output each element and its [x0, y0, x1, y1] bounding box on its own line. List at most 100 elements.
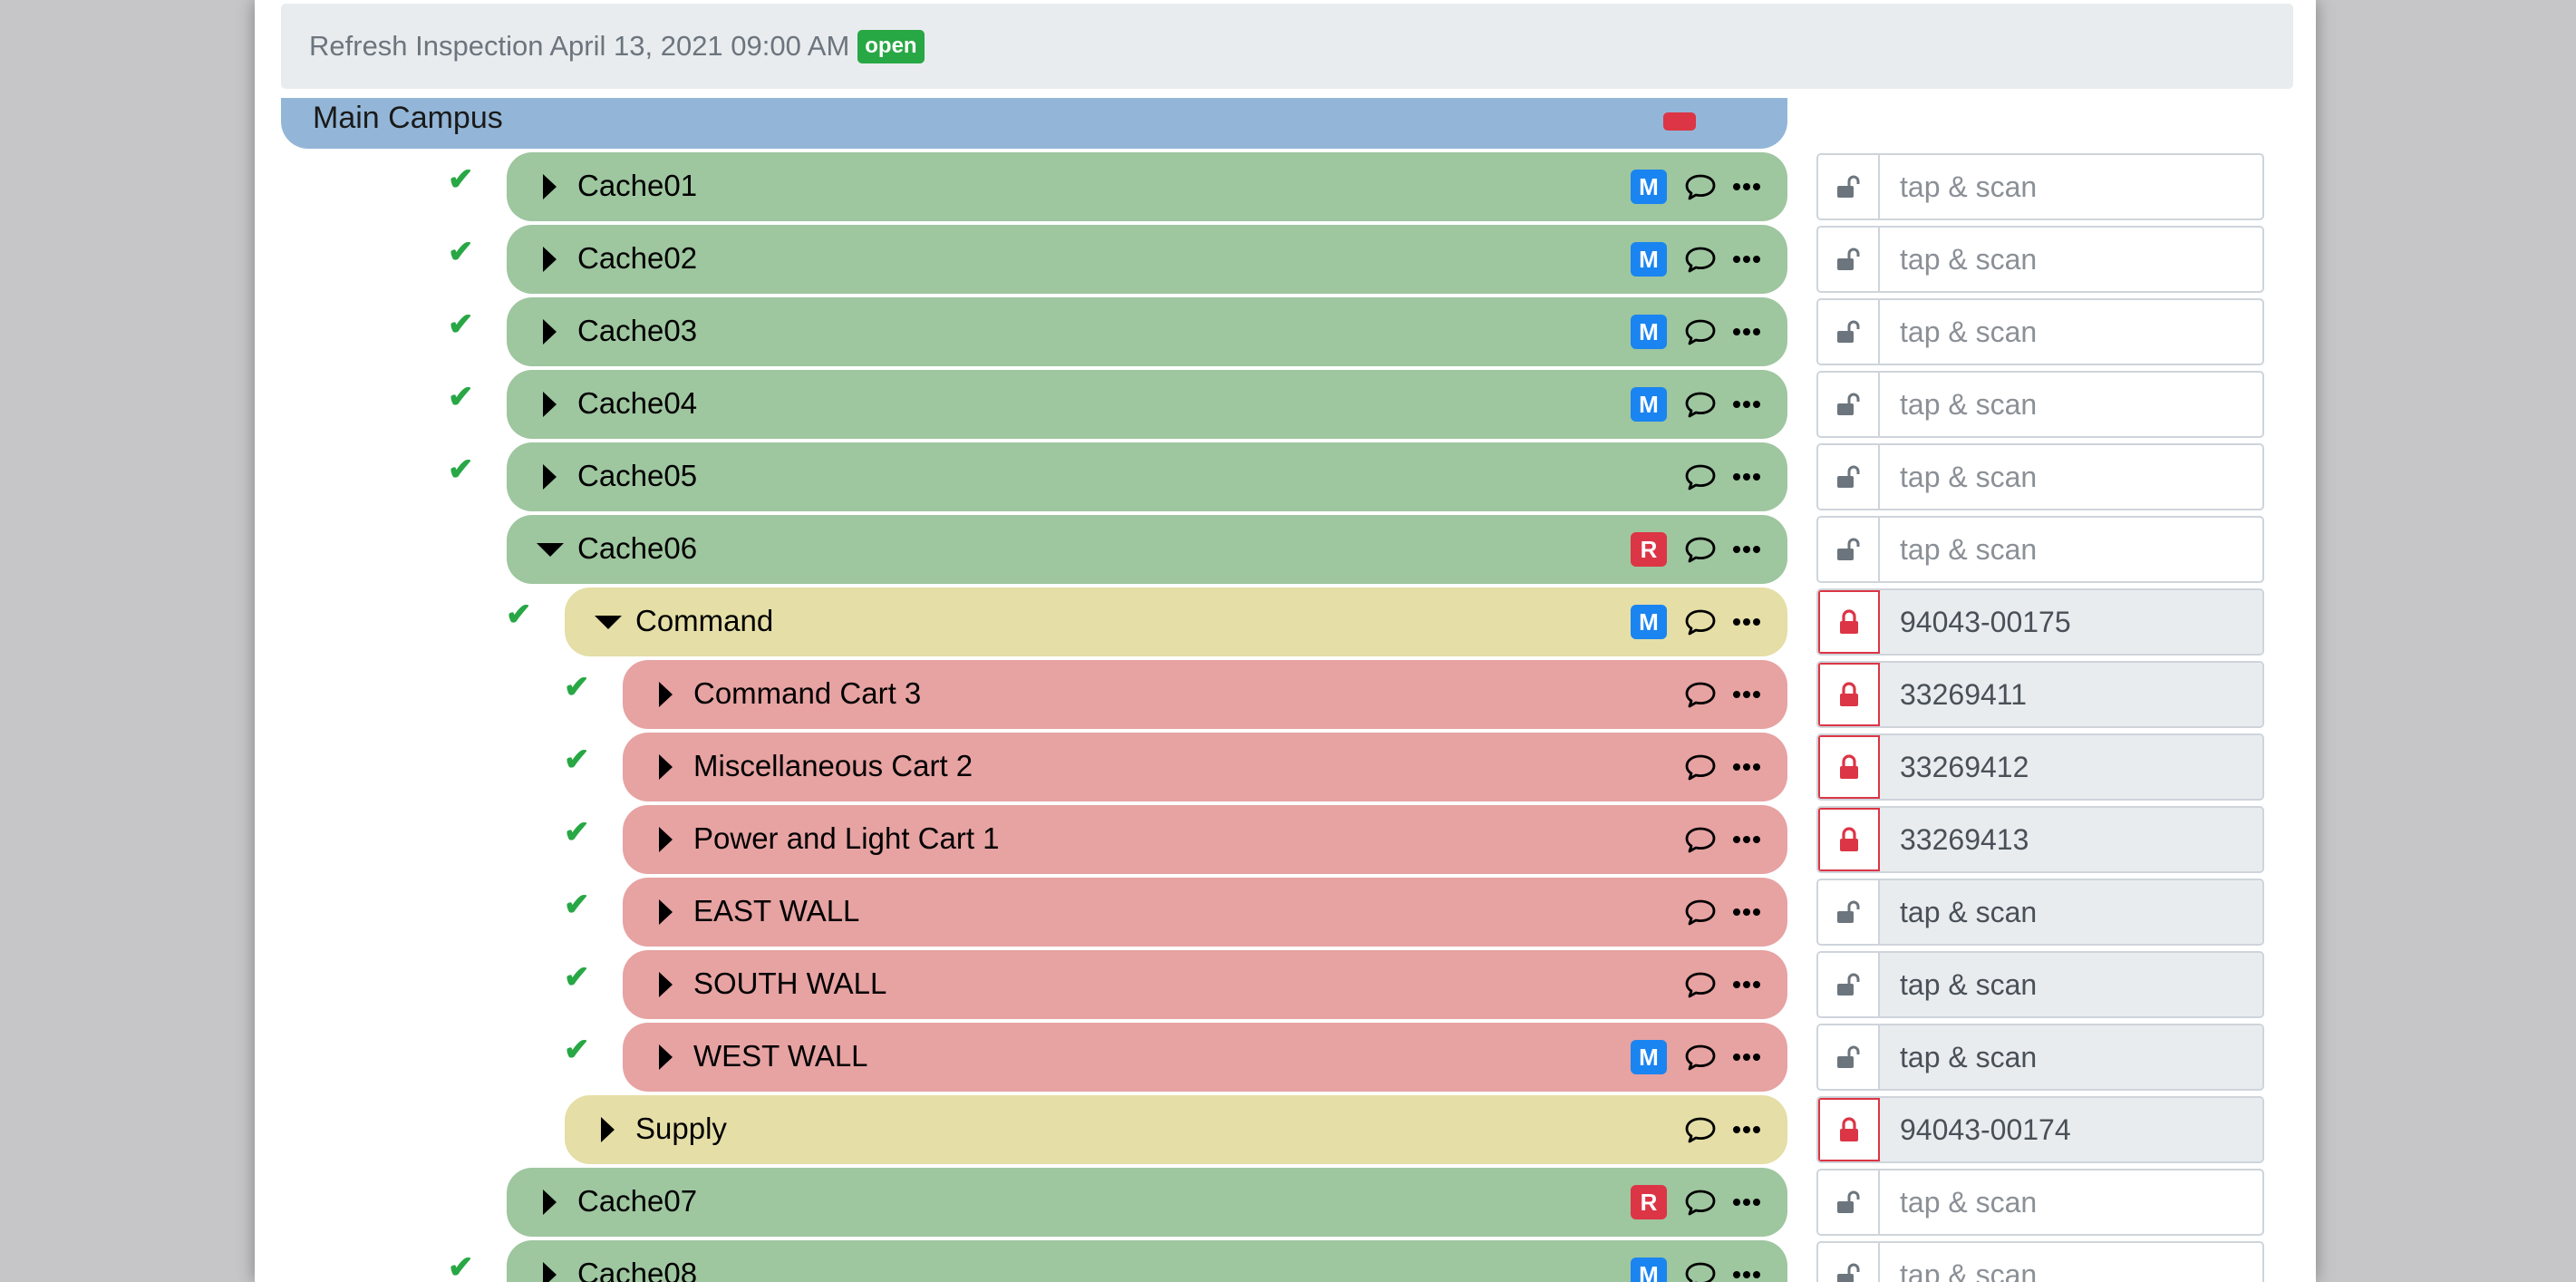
more-options-icon[interactable]: [1729, 1257, 1765, 1282]
scan-field[interactable]: 33269413: [1880, 808, 2262, 871]
comment-icon[interactable]: [1682, 314, 1719, 350]
more-options-icon[interactable]: [1729, 821, 1765, 858]
caret-right-icon[interactable]: [659, 827, 673, 852]
comment-icon[interactable]: [1682, 386, 1719, 422]
more-options-icon[interactable]: [1729, 749, 1765, 785]
comment-icon[interactable]: [1682, 749, 1719, 785]
comment-icon[interactable]: [1682, 169, 1719, 205]
scan-field[interactable]: tap & scan: [1880, 373, 2262, 436]
tree-node[interactable]: Command Cart 3: [623, 660, 1787, 729]
scan-field[interactable]: tap & scan: [1880, 155, 2262, 219]
tree-node[interactable]: Cache05: [507, 442, 1787, 511]
more-options-icon[interactable]: [1729, 1039, 1765, 1075]
caret-down-icon[interactable]: [537, 543, 564, 557]
tree-node[interactable]: Supply: [565, 1095, 1787, 1164]
caret-right-icon[interactable]: [659, 972, 673, 997]
scan-field[interactable]: tap & scan: [1880, 518, 2262, 581]
caret-right-icon[interactable]: [543, 1190, 557, 1215]
scan-field[interactable]: tap & scan: [1880, 300, 2262, 364]
tree-node[interactable]: Cache07 R: [507, 1168, 1787, 1237]
scan-field[interactable]: 33269412: [1880, 735, 2262, 799]
unlock-icon[interactable]: [1818, 1170, 1880, 1234]
unlock-icon[interactable]: [1818, 1025, 1880, 1089]
more-options-icon[interactable]: [1729, 241, 1765, 277]
tree-node[interactable]: Cache08 M: [507, 1240, 1787, 1282]
more-options-icon[interactable]: [1729, 386, 1765, 422]
comment-icon[interactable]: [1682, 241, 1719, 277]
more-options-icon[interactable]: [1729, 604, 1765, 640]
unlock-icon[interactable]: [1818, 953, 1880, 1016]
comment-icon[interactable]: [1682, 604, 1719, 640]
scan-field[interactable]: tap & scan: [1880, 1170, 2262, 1234]
tree-node[interactable]: Cache04 M: [507, 370, 1787, 439]
lock-icon[interactable]: [1818, 735, 1880, 799]
caret-right-icon[interactable]: [543, 174, 557, 199]
unlock-icon[interactable]: [1818, 1243, 1880, 1282]
comment-icon[interactable]: [1682, 966, 1719, 1003]
caret-right-icon[interactable]: [543, 464, 557, 490]
more-options-icon[interactable]: [1729, 314, 1765, 350]
scan-field[interactable]: tap & scan: [1880, 1025, 2262, 1089]
lock-icon[interactable]: [1818, 808, 1880, 871]
tree-node[interactable]: Command M: [565, 588, 1787, 656]
comment-icon[interactable]: [1682, 531, 1719, 568]
comment-icon[interactable]: [1682, 1257, 1719, 1282]
caret-right-icon[interactable]: [543, 247, 557, 272]
tree-node[interactable]: Power and Light Cart 1: [623, 805, 1787, 874]
scan-field[interactable]: 94043-00174: [1880, 1098, 2262, 1161]
tree-node-label: Supply: [635, 1112, 727, 1145]
comment-icon[interactable]: [1682, 1039, 1719, 1075]
unlock-icon[interactable]: [1818, 155, 1880, 219]
comment-icon[interactable]: [1682, 821, 1719, 858]
more-options-icon[interactable]: [1729, 1184, 1765, 1220]
caret-down-icon[interactable]: [595, 616, 622, 629]
tree-node[interactable]: Cache02 M: [507, 225, 1787, 294]
lock-icon[interactable]: [1818, 590, 1880, 654]
comment-icon[interactable]: [1682, 459, 1719, 495]
tree-node[interactable]: EAST WALL: [623, 878, 1787, 947]
more-options-icon[interactable]: [1729, 966, 1765, 1003]
check-icon: ✔: [448, 235, 474, 269]
caret-right-icon[interactable]: [543, 392, 557, 417]
scan-field[interactable]: 94043-00175: [1880, 590, 2262, 654]
scan-field[interactable]: tap & scan: [1880, 1243, 2262, 1282]
comment-icon[interactable]: [1682, 894, 1719, 930]
more-options-icon[interactable]: [1729, 676, 1765, 713]
scan-field[interactable]: tap & scan: [1880, 445, 2262, 509]
lock-icon[interactable]: [1818, 1098, 1880, 1161]
comment-icon[interactable]: [1682, 1112, 1719, 1148]
unlock-icon[interactable]: [1818, 880, 1880, 944]
tree-node[interactable]: Cache03 M: [507, 297, 1787, 366]
caret-right-icon[interactable]: [659, 1044, 673, 1070]
caret-right-icon[interactable]: [659, 682, 673, 707]
tree-node[interactable]: Cache06 R: [507, 515, 1787, 584]
more-options-icon[interactable]: [1729, 894, 1765, 930]
tree-node[interactable]: Miscellaneous Cart 2: [623, 733, 1787, 801]
lock-icon[interactable]: [1818, 663, 1880, 726]
tree-node[interactable]: WEST WALL M: [623, 1023, 1787, 1092]
caret-right-icon[interactable]: [659, 899, 673, 925]
caret-right-icon[interactable]: [543, 319, 557, 345]
more-options-icon[interactable]: [1729, 1112, 1765, 1148]
comment-icon[interactable]: [1682, 1184, 1719, 1220]
scan-field[interactable]: tap & scan: [1880, 880, 2262, 944]
more-options-icon[interactable]: [1729, 531, 1765, 568]
scan-field[interactable]: tap & scan: [1880, 953, 2262, 1016]
scan-field[interactable]: 33269411: [1880, 663, 2262, 726]
caret-right-icon[interactable]: [543, 1262, 557, 1282]
more-options-icon[interactable]: [1729, 459, 1765, 495]
unlock-icon[interactable]: [1818, 445, 1880, 509]
scan-field[interactable]: tap & scan: [1880, 228, 2262, 291]
caret-right-icon[interactable]: [659, 754, 673, 780]
tree-node[interactable]: Cache01 M: [507, 152, 1787, 221]
caret-right-icon[interactable]: [601, 1117, 615, 1142]
check-icon: ✔: [564, 1033, 590, 1067]
unlock-icon[interactable]: [1818, 300, 1880, 364]
tree-node[interactable]: SOUTH WALL: [623, 950, 1787, 1019]
unlock-icon[interactable]: [1818, 518, 1880, 581]
comment-icon[interactable]: [1682, 676, 1719, 713]
unlock-icon[interactable]: [1818, 228, 1880, 291]
group-row-main-campus[interactable]: Main Campus: [281, 98, 1787, 149]
unlock-icon[interactable]: [1818, 373, 1880, 436]
more-options-icon[interactable]: [1729, 169, 1765, 205]
